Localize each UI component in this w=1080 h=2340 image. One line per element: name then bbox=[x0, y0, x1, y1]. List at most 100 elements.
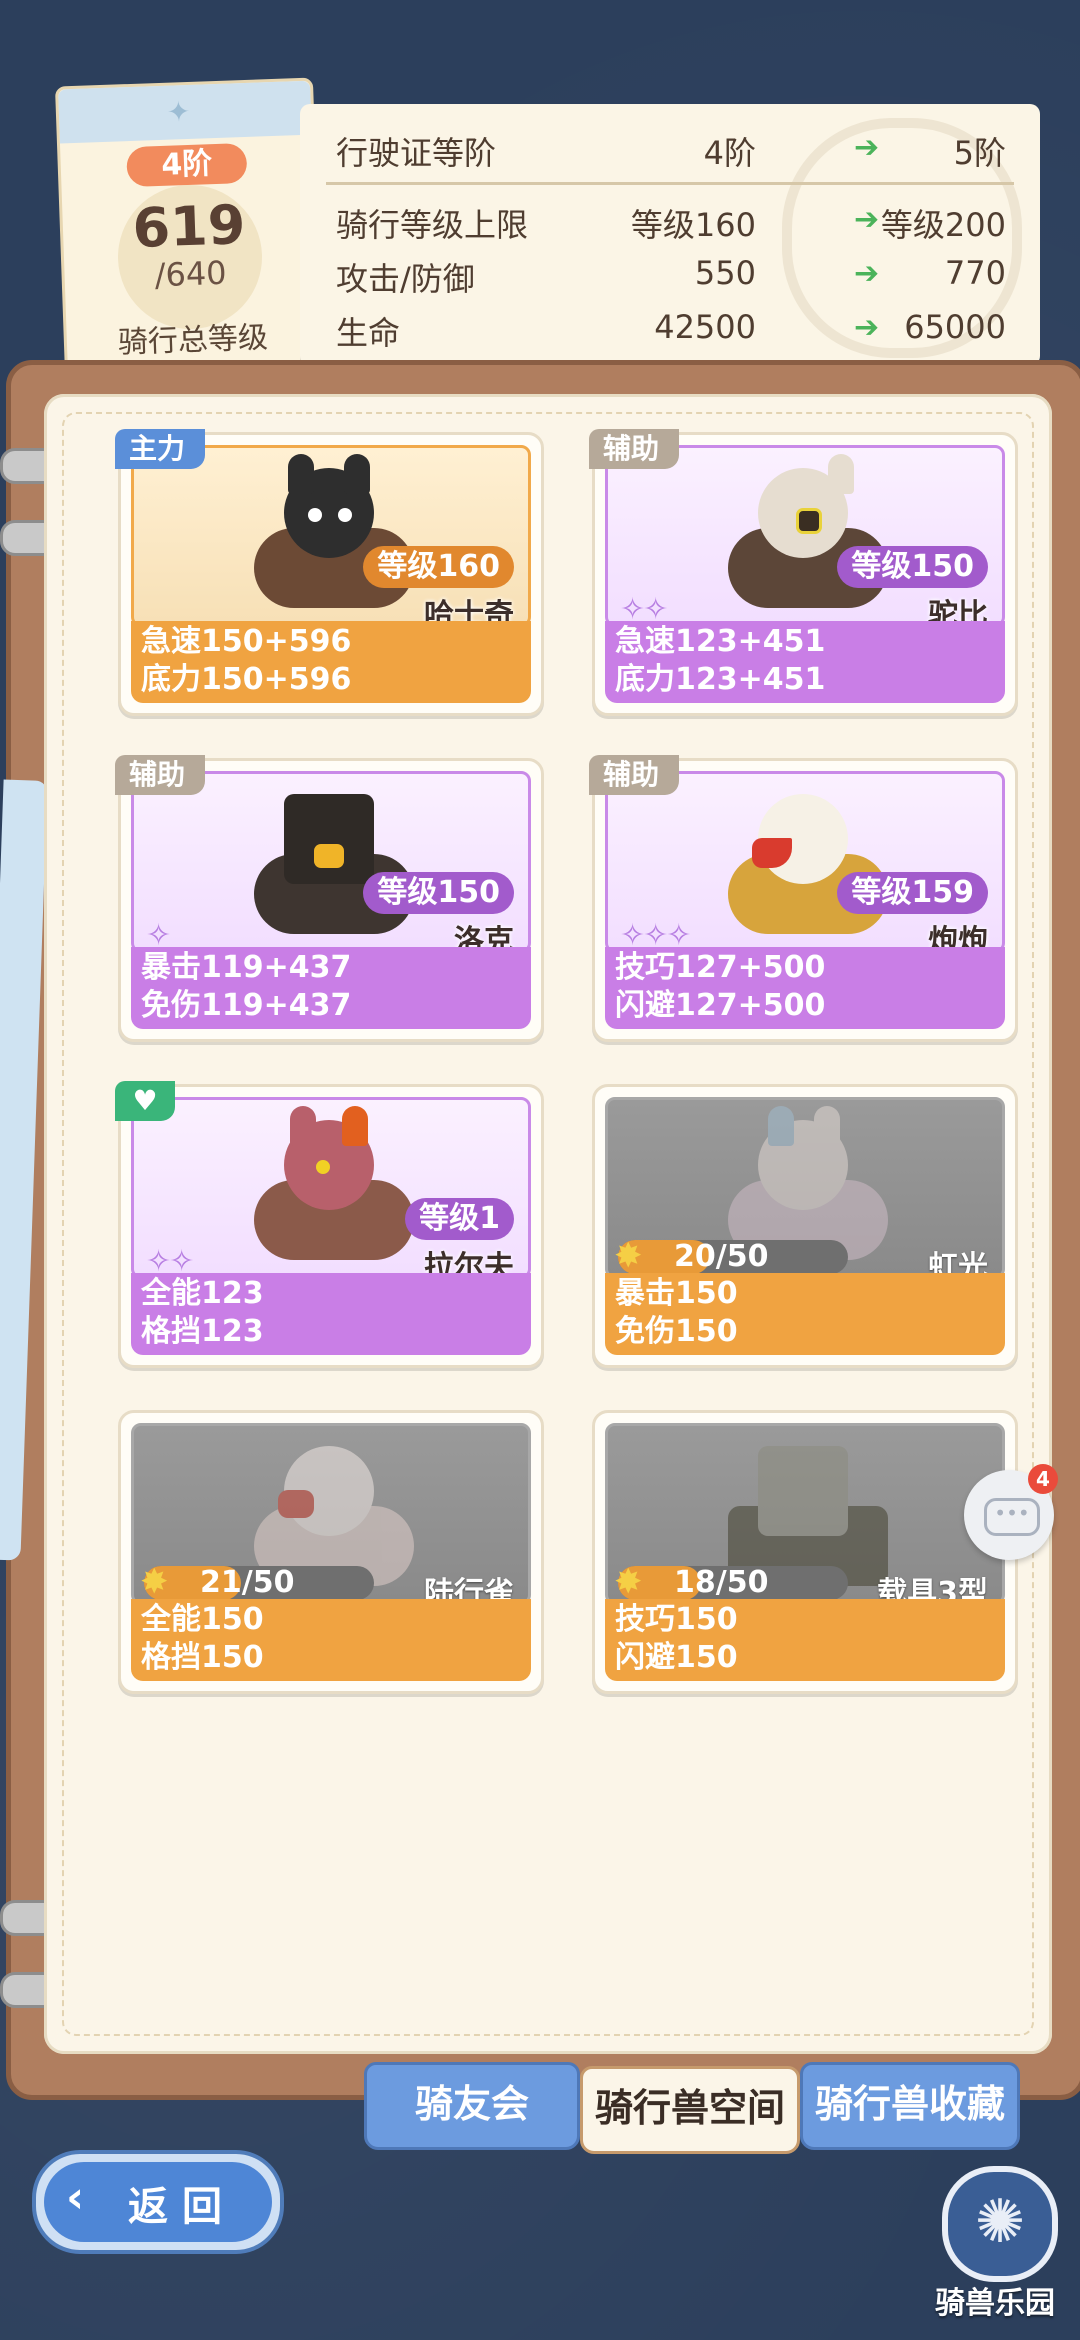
stat-next: 5阶 bbox=[953, 134, 1006, 172]
mount-card-hongguang[interactable]: ✸ 20/50 虹光 暴击150 免伤150 bbox=[592, 1084, 1018, 1368]
arrow-right-icon: ➔ bbox=[854, 310, 880, 345]
mount-card-vehicle-type3[interactable]: ✸ 18/50 载具3型 技巧150 闪避150 bbox=[592, 1410, 1018, 1694]
mount-level-badge: 等级1 bbox=[405, 1198, 514, 1240]
star-icon: ✸ bbox=[614, 1562, 643, 1602]
stats-divider bbox=[326, 182, 1014, 185]
mount-level-badge: 等级150 bbox=[837, 546, 988, 588]
mount-stat-1: 全能150 bbox=[141, 1602, 264, 1637]
mount-stat-2: 闪避150 bbox=[615, 1640, 738, 1675]
mount-stat-2: 免伤119+437 bbox=[141, 988, 352, 1023]
stat-label: 行驶证等阶 bbox=[336, 134, 497, 172]
chat-button[interactable]: ••• 4 bbox=[964, 1464, 1058, 1560]
stat-row-attack-defense: 攻击/防御 550 ➔ 770 bbox=[336, 254, 1006, 298]
mount-stat-1: 全能123 bbox=[141, 1276, 264, 1311]
tab-mount-collection[interactable]: 骑行兽收藏 bbox=[800, 2062, 1020, 2150]
mount-card-husky[interactable]: 等级160 哈士奇 急速150+596 底力150+596 主力 bbox=[115, 429, 544, 716]
mount-card-paopao[interactable]: ✧✧✧ 等级159 炮炮 技巧127+500 闪避127+500 辅助 bbox=[589, 755, 1018, 1042]
total-riding-level-card[interactable]: ✦ 4阶 619 /640 骑行总等级 bbox=[54, 77, 324, 379]
stat-current: 4阶 bbox=[703, 134, 756, 172]
stat-row-license-tier: 行驶证等阶 4阶 ➔ 5阶 bbox=[336, 128, 1006, 172]
stat-next: 等级200 bbox=[880, 206, 1006, 244]
mount-art: ✧✧ 等级1 拉尔夫 bbox=[131, 1097, 531, 1279]
mount-park-label: 骑兽乐园 bbox=[935, 2286, 1055, 2321]
favorite-heart-icon: ♥ bbox=[115, 1081, 175, 1121]
back-button-inner: ‹ 返回 bbox=[44, 2162, 272, 2242]
role-tag-assist: 辅助 bbox=[115, 755, 206, 795]
mount-stat-1: 暴击119+437 bbox=[141, 950, 352, 985]
mount-art: ✸ 20/50 虹光 bbox=[605, 1097, 1005, 1279]
total-level-max: /640 bbox=[154, 253, 228, 295]
progress-text: 18/50 bbox=[674, 1565, 769, 1600]
mount-art: ✧✧✧ 等级159 炮炮 bbox=[605, 771, 1005, 953]
mount-stats: 全能123 格挡123 bbox=[131, 1273, 531, 1355]
stat-row-hp: 生命 42500 ➔ 65000 bbox=[336, 308, 1006, 352]
mount-card-luoke[interactable]: ✧ 等级150 洛克 暴击119+437 免伤119+437 辅助 bbox=[115, 755, 544, 1042]
collection-progress: ✸ 21/50 bbox=[140, 1562, 374, 1602]
mount-park-button[interactable]: ✺ 骑兽乐园 bbox=[920, 2160, 1070, 2330]
stat-current: 等级160 bbox=[630, 206, 756, 244]
mount-stat-2: 底力150+596 bbox=[141, 662, 352, 697]
mount-stats: 暴击150 免伤150 bbox=[605, 1273, 1005, 1355]
role-tag-assist: 辅助 bbox=[589, 429, 680, 469]
chat-unread-badge: 4 bbox=[1028, 1464, 1058, 1494]
license-stats-panel: 行驶证等阶 4阶 ➔ 5阶 骑行等级上限 等级160 ➔ 等级200 攻击/防御… bbox=[300, 104, 1040, 366]
chat-bubble-icon: ••• bbox=[984, 1498, 1040, 1536]
mount-card-tuobi[interactable]: ✧✧ 等级150 驼比 急速123+451 底力123+451 辅助 bbox=[589, 429, 1018, 716]
mount-card-ralph[interactable]: ✧✧ 等级1 拉尔夫 全能123 格挡123 ♥ bbox=[115, 1081, 544, 1368]
progress-text: 20/50 bbox=[674, 1239, 769, 1274]
mount-stats: 技巧127+500 闪避127+500 bbox=[605, 947, 1005, 1029]
ralph-mount-image bbox=[244, 1106, 424, 1260]
stat-current: 42500 bbox=[654, 308, 756, 346]
stat-next: 770 bbox=[944, 254, 1006, 292]
mount-art: ✧✧ 等级150 驼比 bbox=[605, 445, 1005, 627]
back-label: 返回 bbox=[128, 2184, 236, 2230]
mount-level-badge: 等级159 bbox=[837, 872, 988, 914]
stat-row-level-cap: 骑行等级上限 等级160 ➔ 等级200 bbox=[336, 200, 1006, 244]
chevron-left-icon: ‹ bbox=[66, 2172, 85, 2223]
star-icon: ✸ bbox=[140, 1562, 169, 1602]
stat-label: 攻击/防御 bbox=[336, 260, 475, 298]
mount-stat-2: 格挡123 bbox=[141, 1314, 264, 1349]
arrow-right-icon: ➔ bbox=[854, 130, 880, 165]
mount-stat-1: 暴击150 bbox=[615, 1276, 738, 1311]
mount-stat-1: 急速123+451 bbox=[615, 624, 826, 659]
mount-stats: 暴击119+437 免伤119+437 bbox=[131, 947, 531, 1029]
hongguang-mount-image bbox=[718, 1106, 898, 1260]
mount-art: ✸ 18/50 载具3型 bbox=[605, 1423, 1005, 1605]
stat-label: 生命 bbox=[336, 314, 401, 352]
luxingque-mount-image bbox=[244, 1436, 424, 1586]
arrow-right-icon: ➔ bbox=[854, 202, 880, 237]
mount-art: ✧ 等级150 洛克 bbox=[131, 771, 531, 953]
stat-current: 550 bbox=[694, 254, 756, 292]
mount-stats: 技巧150 闪避150 bbox=[605, 1599, 1005, 1681]
mount-stats: 急速150+596 底力150+596 bbox=[131, 621, 531, 703]
star-icon: ✦ bbox=[166, 94, 191, 129]
mount-stat-2: 格挡150 bbox=[141, 1640, 264, 1675]
mount-stat-1: 技巧127+500 bbox=[615, 950, 826, 985]
mount-art: 等级160 哈士奇 bbox=[131, 445, 531, 627]
mount-level-badge: 等级160 bbox=[363, 546, 514, 588]
ferris-wheel-icon: ✺ bbox=[942, 2166, 1058, 2282]
mount-level-badge: 等级150 bbox=[363, 872, 514, 914]
tab-mount-space[interactable]: 骑行兽空间 bbox=[580, 2066, 800, 2154]
mount-stat-2: 免伤150 bbox=[615, 1314, 738, 1349]
role-tag-main: 主力 bbox=[115, 429, 206, 469]
collection-progress: ✸ 20/50 bbox=[614, 1236, 848, 1276]
collection-progress: ✸ 18/50 bbox=[614, 1562, 848, 1602]
mount-stat-2: 闪避127+500 bbox=[615, 988, 826, 1023]
mount-stat-1: 技巧150 bbox=[615, 1602, 738, 1637]
progress-text: 21/50 bbox=[200, 1565, 295, 1600]
arrow-right-icon: ➔ bbox=[854, 256, 880, 291]
stat-next: 65000 bbox=[904, 308, 1006, 346]
total-level-caption: 骑行总等级 bbox=[117, 320, 269, 361]
mount-stat-1: 急速150+596 bbox=[141, 624, 352, 659]
tab-rider-club[interactable]: 骑友会 bbox=[364, 2062, 580, 2150]
role-tag-assist: 辅助 bbox=[589, 755, 680, 795]
mount-stat-2: 底力123+451 bbox=[615, 662, 826, 697]
back-button[interactable]: ‹ 返回 bbox=[32, 2150, 284, 2254]
mount-card-luxingque[interactable]: ✸ 21/50 陆行雀 全能150 格挡150 bbox=[118, 1410, 544, 1694]
mount-stats: 全能150 格挡150 bbox=[131, 1599, 531, 1681]
notebook-page: 等级160 哈士奇 急速150+596 底力150+596 主力 ✧✧ 等级15… bbox=[44, 394, 1052, 2054]
mount-art: ✸ 21/50 陆行雀 bbox=[131, 1423, 531, 1605]
vehicle-mount-image bbox=[718, 1436, 898, 1586]
